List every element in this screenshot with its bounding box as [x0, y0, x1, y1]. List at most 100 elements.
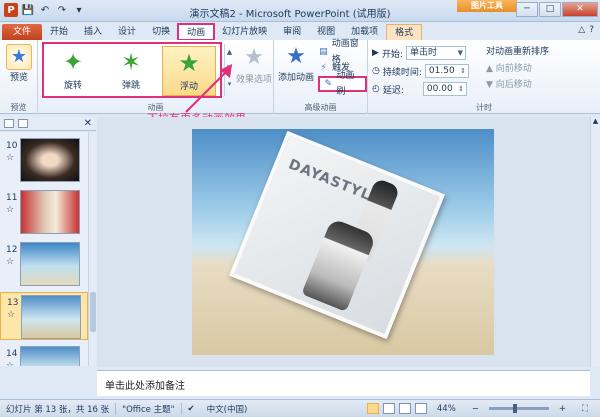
slide-thumbnail-selected[interactable]: 13 ☆ — [0, 292, 88, 340]
theme-name: "Office 主题" — [122, 404, 175, 415]
animation-pane-button[interactable]: ▤ 动画窗格 — [318, 39, 367, 65]
delay-icon: ◴ — [372, 84, 380, 94]
preview-star-icon: ★ — [6, 44, 32, 70]
start-icon: ▶ — [372, 48, 379, 58]
duration-row: ◷ 持续时间: 01.50 ⇕ — [372, 62, 469, 80]
tab-review[interactable]: 审阅 — [275, 24, 309, 40]
tab-insert[interactable]: 插入 — [76, 24, 110, 40]
save-icon[interactable]: 💾 — [21, 3, 35, 17]
slide-image — [21, 295, 81, 339]
scrollbar-thumb[interactable] — [90, 292, 96, 332]
fit-window-icon[interactable]: ⛶ — [576, 404, 594, 414]
start-select[interactable]: 单击时 ▼ — [405, 46, 466, 60]
current-slide[interactable]: DAYASTYLE — [192, 129, 494, 355]
quick-access-toolbar: P 💾 ↶ ↷ ▾ — [4, 3, 86, 17]
slide-image — [20, 190, 80, 234]
slides-tab-icon[interactable] — [4, 119, 14, 128]
notes-area[interactable]: 单击此处添加备注 — [97, 370, 590, 396]
trigger-icon: ⚡ — [320, 62, 327, 73]
slide-image — [20, 242, 80, 286]
minimize-button[interactable]: ─ — [516, 2, 538, 17]
gallery-up-icon[interactable]: ▲ — [225, 44, 234, 60]
collapse-ribbon-icon[interactable]: △ — [578, 25, 585, 35]
customize-toolbar-icon[interactable]: ▾ — [72, 3, 86, 17]
group-label-preview: 预览 — [10, 103, 27, 112]
slide-number: 14 ☆ — [6, 349, 18, 366]
slide-image — [20, 138, 80, 182]
spin-star-icon: ✦ — [62, 48, 84, 76]
tab-home[interactable]: 开始 — [42, 24, 76, 40]
slide-pane-tabs: ✕ — [0, 117, 96, 131]
slide-photo[interactable]: DAYASTYLE — [228, 130, 446, 340]
duration-value: 01.50 — [428, 66, 455, 76]
advanced-animation-list: ▤ 动画窗格 ⚡ 触发 ✎ 动画刷 — [318, 39, 367, 97]
zoom-in-icon[interactable]: + — [553, 404, 572, 414]
zoom-level: 44% — [436, 403, 456, 414]
slide-thumbnail[interactable]: 10 ☆ — [0, 136, 88, 184]
editor-scrollbar[interactable]: ▲ — [590, 117, 600, 367]
group-preview: ★ 预览 预览 — [0, 40, 38, 114]
slide-number: 13 ☆ — [7, 298, 19, 320]
start-dropdown-icon: ▼ — [457, 49, 463, 57]
delay-row: ◴ 延迟: 00.00 ⇕ — [372, 80, 469, 98]
bounce-star-icon: ✶ — [120, 48, 142, 76]
group-advanced-animation: ★ 添加动画 ▤ 动画窗格 ⚡ 触发 ✎ 动画刷 高级动画 — [274, 39, 368, 114]
redo-icon[interactable]: ↷ — [55, 3, 69, 17]
slide-number: 11 ☆ — [6, 193, 18, 215]
reorder-animation: 对动画重新排序 ▲ 向前移动 ▼ 向后移动 — [486, 44, 596, 93]
move-earlier-button[interactable]: ▲ 向前移动 — [486, 61, 596, 77]
delay-spin-icon[interactable]: ⇕ — [458, 83, 464, 95]
delay-value: 00.00 — [426, 84, 453, 94]
tab-format[interactable]: 格式 — [386, 24, 423, 40]
language: 中文(中国) — [206, 404, 248, 415]
slide-number: 12 ☆ — [6, 245, 18, 267]
outline-tab-icon[interactable] — [18, 119, 28, 128]
undo-icon[interactable]: ↶ — [38, 3, 52, 17]
ribbon-controls: △ ? — [578, 25, 594, 35]
ribbon-tabs: 文件 开始 插入 设计 切换 动画 幻灯片放映 审阅 视图 加载项 格式 △ ? — [0, 22, 600, 41]
help-icon[interactable]: ? — [589, 25, 594, 35]
group-label-timing: 计时 — [476, 103, 492, 112]
zoom-slider[interactable] — [488, 404, 549, 413]
preview-label: 预览 — [9, 73, 28, 83]
tab-transitions[interactable]: 切换 — [144, 24, 178, 40]
add-animation-star-icon: ★ — [286, 44, 306, 69]
duration-spin-icon[interactable]: ⇕ — [460, 65, 466, 77]
animation-bounce[interactable]: ✶ 弹跳 — [104, 46, 158, 96]
duration-input[interactable]: 01.50 ⇕ — [424, 64, 469, 78]
tab-file[interactable]: 文件 — [2, 24, 43, 40]
slide-pane-scrollbar[interactable] — [88, 132, 96, 366]
add-animation-button[interactable]: ★ 添加动画 — [278, 44, 314, 83]
reading-view-button[interactable] — [398, 403, 411, 414]
powerpoint-logo-icon[interactable]: P — [4, 3, 18, 17]
zoom-out-icon[interactable]: − — [466, 404, 485, 414]
group-timing: ▶ 开始: 单击时 ▼ ◷ 持续时间: 01.50 ⇕ ◴ 延迟: 00.00 … — [368, 40, 600, 114]
tab-slideshow[interactable]: 幻灯片放映 — [214, 24, 275, 40]
spellcheck-icon[interactable]: ✔ — [182, 404, 201, 414]
close-button[interactable]: ✕ — [562, 2, 598, 17]
animation-spin[interactable]: ✦ 旋转 — [46, 46, 100, 96]
normal-view-button[interactable] — [366, 403, 379, 414]
tab-animations[interactable]: 动画 — [177, 23, 216, 41]
slideshow-view-button[interactable] — [414, 403, 427, 414]
reorder-title: 对动画重新排序 — [486, 47, 550, 57]
slide-thumbnail[interactable]: 14 ☆ — [0, 344, 88, 366]
effect-options-button[interactable]: ★ 效果选项 — [234, 44, 274, 85]
move-earlier-label: 向前移动 — [495, 64, 532, 74]
window-title: 演示文稿2 - Microsoft PowerPoint (试用版) — [189, 9, 391, 20]
slide-thumbnail-pane: 10 ☆ 11 ☆ 12 ☆ 13 ☆ 14 ☆ — [0, 132, 96, 366]
sorter-view-button[interactable] — [382, 403, 395, 414]
slide-thumbnail[interactable]: 11 ☆ — [0, 188, 88, 236]
preview-button[interactable]: ★ 预览 — [4, 44, 34, 83]
delay-input[interactable]: 00.00 ⇕ — [422, 82, 467, 96]
callout-arrow-icon — [185, 64, 232, 113]
maximize-button[interactable]: □ — [539, 2, 561, 17]
slide-thumbnail[interactable]: 12 ☆ — [0, 240, 88, 288]
tab-design[interactable]: 设计 — [110, 24, 144, 40]
scroll-up-icon[interactable]: ▲ — [591, 117, 600, 125]
animation-pane-icon: ▤ — [319, 46, 328, 57]
move-later-button[interactable]: ▼ 向后移动 — [486, 77, 596, 93]
title-bar: P 💾 ↶ ↷ ▾ 演示文稿2 - Microsoft PowerPoint (… — [0, 0, 600, 22]
animation-painter-button[interactable]: ✎ 动画刷 — [318, 71, 367, 97]
close-pane-icon[interactable]: ✕ — [84, 118, 92, 129]
